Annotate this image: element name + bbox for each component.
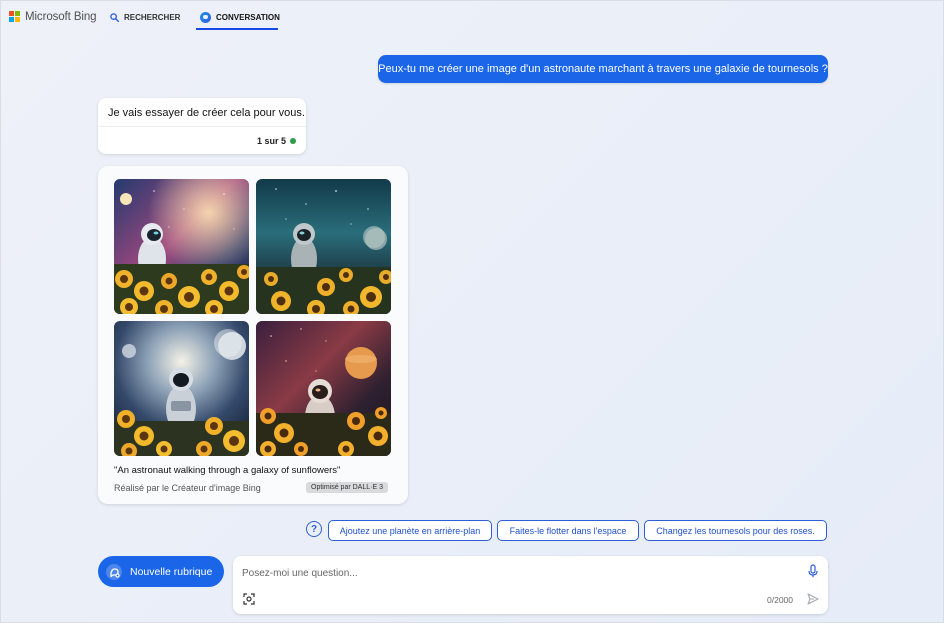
image-caption: "An astronaut walking through a galaxy o… — [114, 465, 341, 476]
suggestion-chip-label: Faites-le flotter dans l'espace — [509, 525, 627, 536]
search-icon — [110, 12, 119, 22]
visual-search-icon[interactable] — [243, 593, 255, 605]
generated-images-card: "An astronaut walking through a galaxy o… — [98, 166, 408, 504]
turn-counter: 1 sur 5 — [257, 136, 296, 146]
generated-image-4[interactable] — [256, 321, 391, 456]
active-tab-indicator — [196, 28, 278, 30]
copilot-chat-icon — [200, 11, 211, 23]
tab-search[interactable]: RECHERCHER — [110, 8, 180, 26]
suggestion-chip-3[interactable]: Changez les tournesols pour des roses. — [644, 520, 827, 541]
user-message-bubble: Peux-tu me créer une image d'un astronau… — [378, 55, 828, 83]
generated-image-1[interactable] — [114, 179, 249, 314]
image-creator-credit[interactable]: Réalisé par le Créateur d'image Bing — [114, 483, 261, 493]
turn-counter-text: 1 sur 5 — [256, 136, 286, 146]
new-topic-broom-icon — [106, 563, 122, 580]
bot-message-bubble: Je vais essayer de créer cela pour vous.… — [98, 98, 306, 154]
suggestion-chip-1[interactable]: Ajoutez une planète en arrière-plan — [328, 520, 492, 541]
tab-search-label: RECHERCHER — [124, 12, 181, 22]
help-icon[interactable]: ? — [306, 521, 322, 537]
dalle-badge: Optimisé par DALL·E 3 — [306, 482, 388, 493]
generated-image-3[interactable] — [114, 321, 249, 456]
status-dot-icon — [290, 138, 296, 144]
generated-image-2[interactable] — [256, 179, 391, 314]
astronaut-sunflowers-image — [256, 179, 391, 314]
help-glyph: ? — [310, 523, 318, 535]
microphone-icon[interactable] — [807, 564, 819, 578]
astronaut-sunflowers-image — [114, 179, 249, 314]
suggestion-chip-label: Ajoutez une planète en arrière-plan — [339, 525, 481, 536]
bot-message-text: Je vais essayer de créer cela pour vous. — [108, 107, 305, 119]
suggestion-chip-2[interactable]: Faites-le flotter dans l'espace — [497, 520, 639, 541]
astronaut-sunflowers-image — [256, 321, 391, 456]
new-topic-button[interactable]: Nouvelle rubrique — [98, 556, 224, 587]
suggestion-chip-label: Changez les tournesols pour des roses. — [656, 525, 815, 536]
brand-name: Microsoft Bing — [25, 11, 97, 23]
chat-composer: 0/2000 — [233, 556, 828, 614]
character-count: 0/2000 — [767, 595, 793, 605]
chat-input[interactable] — [242, 564, 802, 582]
user-message-text: Peux-tu me créer une image d'un astronau… — [378, 63, 828, 75]
bot-message-divider — [98, 126, 306, 127]
bing-logo[interactable]: Microsoft Bing — [9, 11, 97, 23]
tab-conversation-label: CONVERSATION — [216, 12, 280, 22]
new-topic-label: Nouvelle rubrique — [130, 565, 213, 578]
tab-conversation[interactable]: CONVERSATION — [200, 8, 280, 26]
microsoft-logo-icon — [9, 11, 21, 23]
top-bar: Microsoft Bing RECHERCHER CONVERSATION — [0, 0, 944, 34]
astronaut-sunflowers-image — [114, 321, 249, 456]
send-icon[interactable] — [807, 593, 819, 605]
